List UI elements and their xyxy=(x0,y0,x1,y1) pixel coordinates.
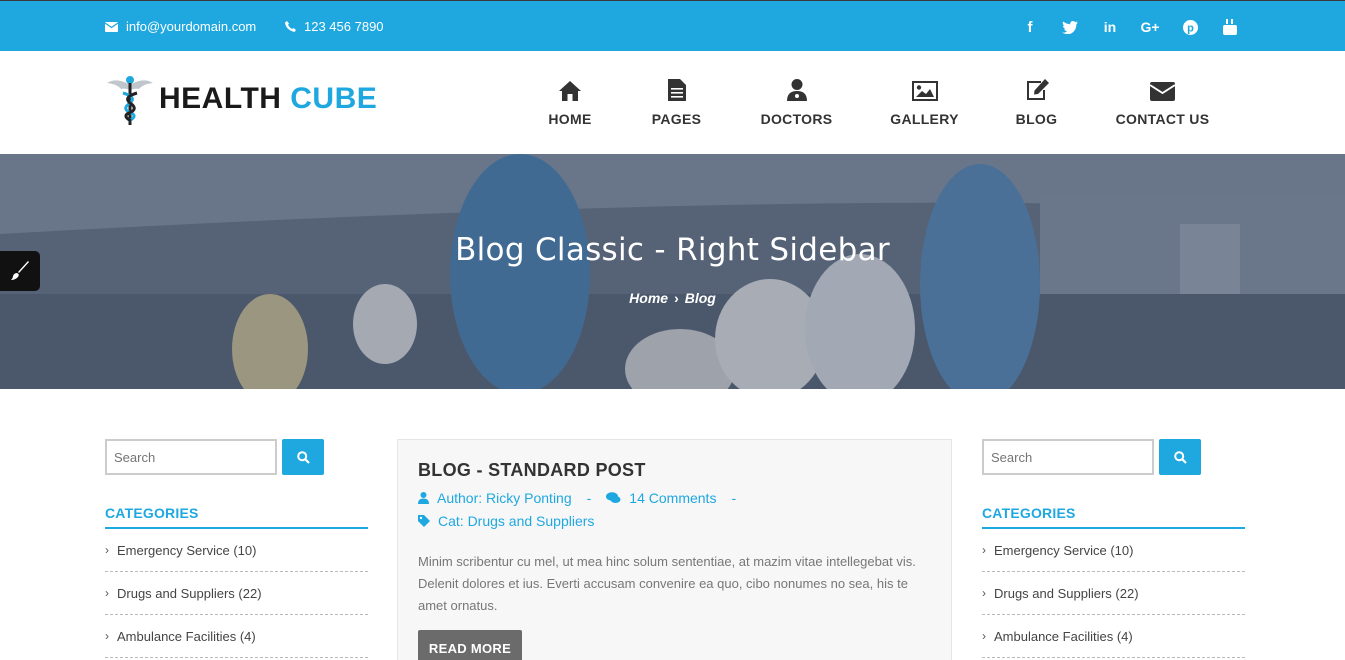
main-nav: HOME PAGES DOCTORS GALLERY BLOG CONTACT … xyxy=(520,75,1241,127)
site-header: HEALTH CUBE HOME PAGES DOCTORS GALLERY B… xyxy=(0,51,1345,154)
edit-icon xyxy=(1026,79,1049,100)
tag-icon xyxy=(418,515,430,527)
post-category[interactable]: Cat: Drugs and Suppliers xyxy=(438,513,594,529)
nav-contact[interactable]: CONTACT US xyxy=(1084,75,1241,127)
envelope-small-icon xyxy=(105,21,118,32)
breadcrumb: Home › Blog xyxy=(0,290,1345,306)
twitter-icon[interactable] xyxy=(1050,17,1090,37)
categories-heading: CATEGORIES xyxy=(105,505,368,529)
right-sidebar: CATEGORIES ›Emergency Service (10) ›Drug… xyxy=(982,439,1245,658)
category-list: › Emergency Service (10) › Drugs and Suppl… xyxy=(105,529,368,658)
home-icon xyxy=(559,81,581,101)
category-list: › Emergency Service (10) › Drugs and Suppl… xyxy=(982,529,1245,658)
chevron-right-icon: › xyxy=(982,629,986,643)
nav-home[interactable]: HOME xyxy=(520,75,620,127)
post-excerpt: Minim scribentur cu mel, ut mea hinc sol… xyxy=(418,554,916,613)
left-sidebar: CATEGORIES ›Emergency Service (10) ›Drug… xyxy=(105,439,368,658)
post-comments[interactable]: 14 Comments xyxy=(629,490,716,506)
chevron-right-icon: › xyxy=(105,629,109,643)
logo-text: HEALTH CUBE xyxy=(159,82,378,115)
category-item[interactable]: › Ambulance Facilities (4) xyxy=(105,615,368,658)
svg-text:p: p xyxy=(1187,22,1194,34)
chevron-right-icon: › xyxy=(982,543,986,557)
phone-text: 123 456 7890 xyxy=(304,19,384,34)
chevron-right-icon: › xyxy=(982,586,986,600)
search-icon xyxy=(296,450,310,464)
contact-phone[interactable]: 123 456 7890 xyxy=(285,19,384,34)
blog-post-card: BLOG - STANDARD POST Author: Ricky Ponti… xyxy=(397,439,952,660)
post-meta: Author: Ricky Ponting - 14 Comments - xyxy=(418,490,751,506)
envelope-icon xyxy=(1150,82,1175,101)
search-button[interactable] xyxy=(1159,439,1201,475)
google-plus-icon[interactable]: G+ xyxy=(1130,17,1170,37)
search-button[interactable] xyxy=(282,439,324,475)
search-icon xyxy=(1173,450,1187,464)
category-item[interactable]: › Emergency Service (10) xyxy=(982,529,1245,572)
comments-icon xyxy=(606,492,621,503)
nav-doctors[interactable]: DOCTORS xyxy=(733,75,860,127)
nav-gallery[interactable]: GALLERY xyxy=(860,75,989,127)
phone-icon xyxy=(285,21,296,32)
pinterest-icon[interactable]: p xyxy=(1170,17,1210,37)
contact-email[interactable]: info@yourdomain.com xyxy=(105,19,256,34)
social-links: f in G+ p xyxy=(1010,17,1250,37)
search-input[interactable] xyxy=(982,439,1154,475)
site-logo[interactable]: HEALTH CUBE xyxy=(105,71,377,127)
style-switcher-toggle[interactable] xyxy=(0,251,40,291)
linkedin-icon[interactable]: in xyxy=(1090,17,1130,37)
page-title: Blog Classic - Right Sidebar xyxy=(455,232,890,268)
post-category-meta: Cat: Drugs and Suppliers xyxy=(418,513,594,529)
caduceus-logo-icon xyxy=(107,76,153,125)
email-text: info@yourdomain.com xyxy=(126,19,257,34)
breadcrumb-home[interactable]: Home xyxy=(629,290,668,306)
file-icon xyxy=(667,79,686,101)
category-item[interactable]: › Ambulance Facilities (4) xyxy=(982,615,1245,658)
chevron-right-icon: › xyxy=(105,543,109,557)
post-title[interactable]: BLOG - STANDARD POST xyxy=(418,460,646,481)
user-icon xyxy=(418,492,429,504)
nav-blog[interactable]: BLOG xyxy=(989,75,1084,127)
category-item[interactable]: › Drugs and Suppliers (22) xyxy=(105,572,368,615)
youtube-icon[interactable] xyxy=(1210,17,1250,37)
image-icon xyxy=(911,81,938,101)
category-item[interactable]: › Drugs and Suppliers (22) xyxy=(982,572,1245,615)
paintbrush-icon xyxy=(11,261,29,280)
chevron-right-icon: › xyxy=(105,586,109,600)
nav-pages[interactable]: PAGES xyxy=(620,75,733,127)
breadcrumb-current: Blog xyxy=(684,290,716,306)
categories-heading: CATEGORIES xyxy=(982,505,1245,529)
post-author[interactable]: Author: Ricky Ponting xyxy=(437,490,572,506)
top-bar: info@yourdomain.com 123 456 7890 f in G+… xyxy=(0,0,1345,51)
category-item[interactable]: › Emergency Service (10) xyxy=(105,529,368,572)
search-input[interactable] xyxy=(105,439,277,475)
doctor-icon xyxy=(786,79,807,101)
facebook-icon[interactable]: f xyxy=(1010,17,1050,37)
page-banner: Blog Classic - Right Sidebar Home › Blog xyxy=(0,154,1345,389)
read-more-button[interactable]: READ MORE xyxy=(418,630,522,660)
breadcrumb-separator: › xyxy=(674,290,679,306)
